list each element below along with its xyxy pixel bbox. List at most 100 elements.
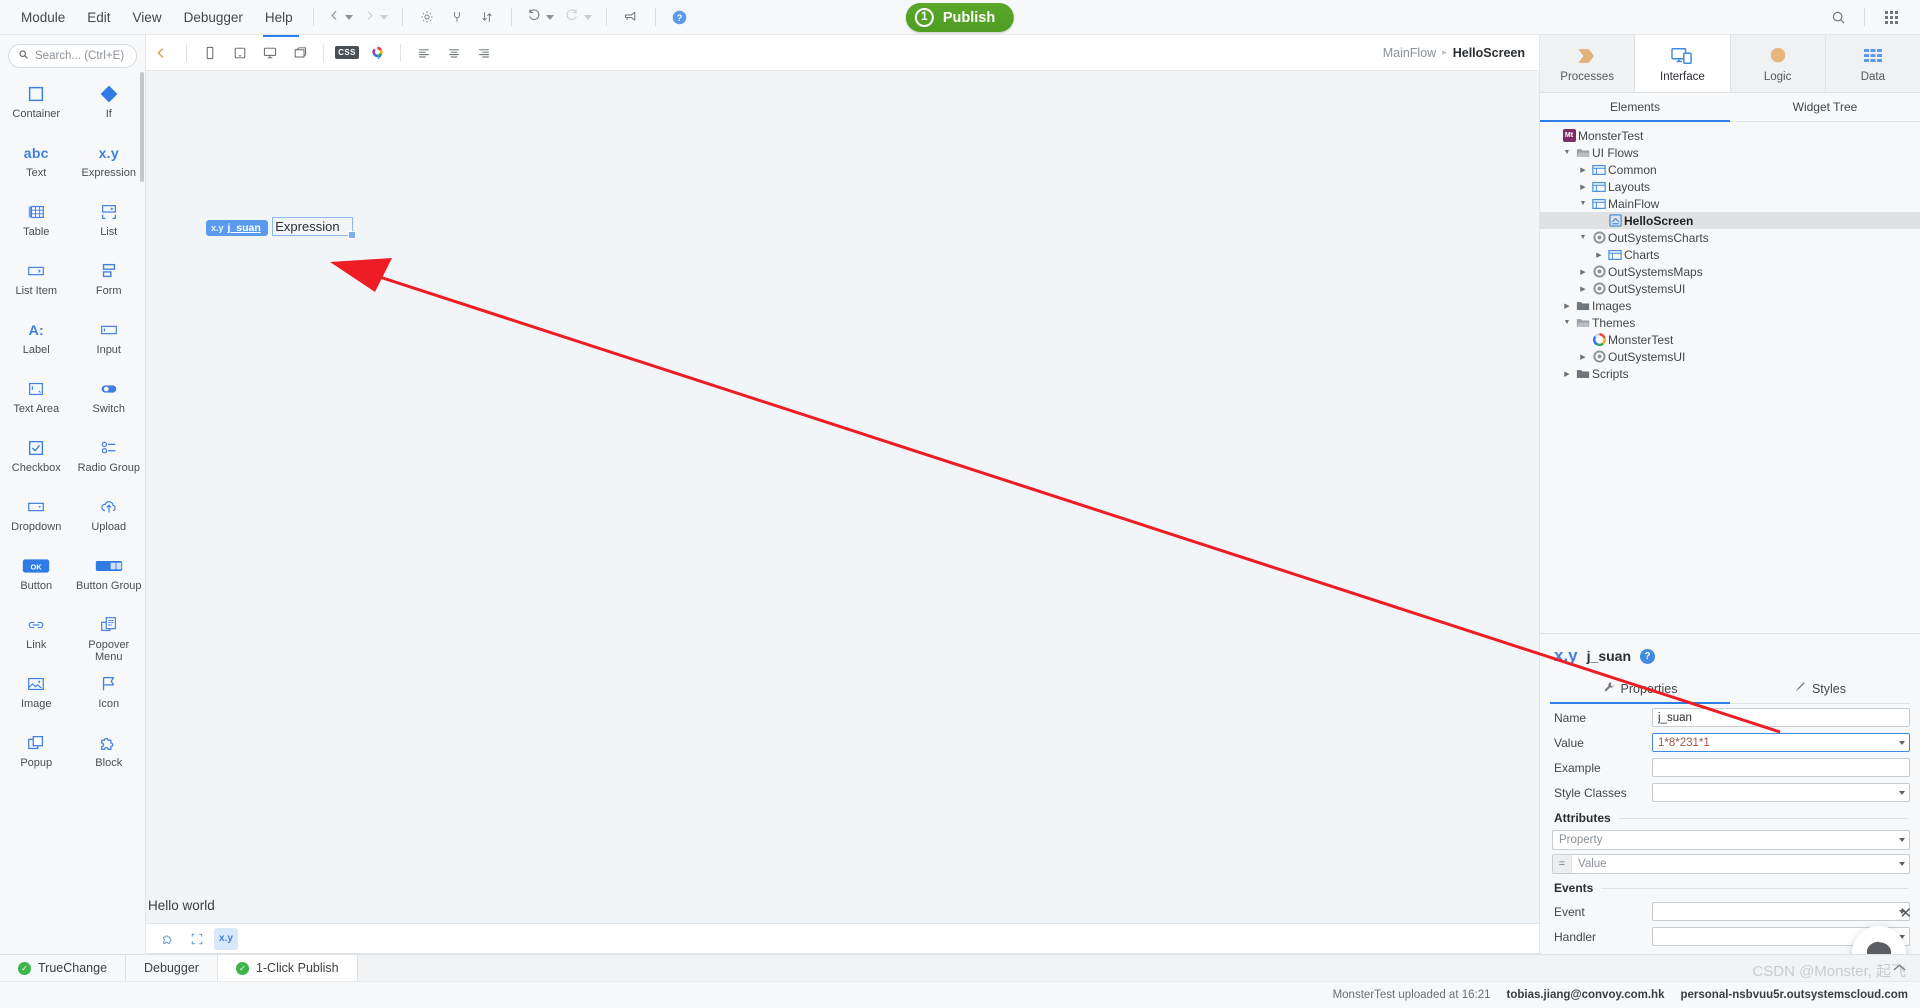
expand-panel-button[interactable] xyxy=(1879,955,1920,981)
megaphone-icon[interactable] xyxy=(618,4,644,30)
search-input[interactable] xyxy=(35,50,127,62)
palette-item-text[interactable]: abc Text xyxy=(0,135,73,194)
menu-debugger[interactable]: Debugger xyxy=(173,7,254,28)
chevron-down-icon[interactable]: ▼ xyxy=(1576,200,1590,207)
tree-node-theme-monstertest[interactable]: MonsterTest xyxy=(1540,331,1920,348)
chevron-right-icon[interactable]: ▶ xyxy=(1576,183,1590,191)
palette-scrollbar[interactable] xyxy=(140,72,144,182)
undo-button[interactable] xyxy=(521,5,559,29)
help-icon[interactable]: ? xyxy=(667,4,693,30)
plug-icon[interactable] xyxy=(444,4,470,30)
tab-styles[interactable]: Styles xyxy=(1730,675,1910,703)
elements-tree[interactable]: Mt MonsterTest ▼ UI Flows ▶ Common ▶ Lay xyxy=(1540,122,1920,633)
bottom-tab-1click-publish[interactable]: ✓ 1-Click Publish xyxy=(217,955,358,981)
chevron-right-icon[interactable]: ▶ xyxy=(1576,166,1590,174)
chevron-right-icon[interactable]: ▶ xyxy=(1576,285,1590,293)
tree-node-scripts[interactable]: ▶ Scripts xyxy=(1540,365,1920,382)
palette-item-popup[interactable]: Popup xyxy=(0,725,73,784)
palette-item-popover-menu[interactable]: Popover Menu xyxy=(73,607,146,666)
chevron-down-icon[interactable] xyxy=(1899,838,1905,842)
publish-button[interactable]: 1 Publish xyxy=(905,3,1015,32)
tree-node-charts[interactable]: ▶ Charts xyxy=(1540,246,1920,263)
palette-item-button[interactable]: OK Button xyxy=(0,548,73,607)
palette-item-label[interactable]: A: Label xyxy=(0,312,73,371)
align-left-icon[interactable] xyxy=(411,40,437,66)
tree-node-outsystemsmaps[interactable]: ▶ OutSystemsMaps xyxy=(1540,263,1920,280)
tree-node-common[interactable]: ▶ Common xyxy=(1540,161,1920,178)
expression-widget[interactable]: x.y j_suan Expression xyxy=(206,216,356,239)
attribute-property-input[interactable]: Property xyxy=(1552,830,1910,850)
tab-logic[interactable]: Logic xyxy=(1730,35,1826,92)
tab-processes[interactable]: Processes xyxy=(1540,35,1636,92)
expression-icon[interactable]: x.y xyxy=(214,927,238,950)
resize-handle[interactable] xyxy=(347,231,356,239)
style-classes-input[interactable] xyxy=(1652,783,1910,802)
tree-node-outsystemsui[interactable]: ▶ OutSystemsUI xyxy=(1540,280,1920,297)
phone-icon[interactable] xyxy=(197,40,223,66)
palette-item-input[interactable]: Input xyxy=(73,312,146,371)
chevron-down-icon[interactable]: ▼ xyxy=(1576,234,1590,241)
widget-body[interactable]: Expression xyxy=(272,217,356,239)
align-right-icon[interactable] xyxy=(471,40,497,66)
collapse-panel-button[interactable] xyxy=(150,46,172,60)
chevron-right-icon[interactable]: ▶ xyxy=(1560,370,1574,378)
chevron-down-icon[interactable] xyxy=(1899,740,1905,745)
block-icon[interactable] xyxy=(156,928,180,950)
palette-item-link[interactable]: Link xyxy=(0,607,73,666)
align-center-icon[interactable] xyxy=(441,40,467,66)
name-input[interactable]: j_suan xyxy=(1652,708,1910,727)
event-input[interactable] xyxy=(1652,902,1910,921)
palette-icon[interactable] xyxy=(364,40,390,66)
tree-node-layouts[interactable]: ▶ Layouts xyxy=(1540,178,1920,195)
chevron-down-icon[interactable] xyxy=(1899,862,1905,866)
native-icon[interactable] xyxy=(287,40,313,66)
nav-back-button[interactable] xyxy=(323,7,358,28)
search-icon[interactable] xyxy=(1825,4,1851,30)
subtab-elements[interactable]: Elements xyxy=(1540,93,1730,122)
palette-item-list[interactable]: List xyxy=(73,194,146,253)
palette-item-if[interactable]: If xyxy=(73,76,146,135)
palette-item-table[interactable]: Table xyxy=(0,194,73,253)
breadcrumb-parent[interactable]: MainFlow xyxy=(1383,46,1437,60)
chevron-right-icon[interactable]: ▶ xyxy=(1560,302,1574,310)
palette-item-checkbox[interactable]: Checkbox xyxy=(0,430,73,489)
menu-help[interactable]: Help xyxy=(254,7,304,28)
tab-properties[interactable]: Properties xyxy=(1550,675,1730,704)
nav-forward-button[interactable] xyxy=(358,7,393,28)
chevron-down-icon[interactable]: ▼ xyxy=(1560,319,1574,326)
tab-interface[interactable]: Interface xyxy=(1635,35,1731,92)
palette-item-button-group[interactable]: Button Group xyxy=(73,548,146,607)
menu-module[interactable]: Module xyxy=(10,7,76,28)
tree-node-theme-outsystemsui[interactable]: ▶ OutSystemsUI xyxy=(1540,348,1920,365)
chevron-right-icon[interactable]: ▶ xyxy=(1576,268,1590,276)
tree-node-outsystemscharts[interactable]: ▼ OutSystemsCharts xyxy=(1540,229,1920,246)
tree-node-helloscreen[interactable]: HelloScreen xyxy=(1540,212,1920,229)
gear-icon[interactable] xyxy=(414,4,440,30)
desktop-icon[interactable] xyxy=(257,40,283,66)
chevron-down-icon[interactable] xyxy=(1899,790,1905,795)
tree-node-mainflow[interactable]: ▼ MainFlow xyxy=(1540,195,1920,212)
palette-item-upload[interactable]: Upload xyxy=(73,489,146,548)
palette-item-icon[interactable]: Icon xyxy=(73,666,146,725)
palette-item-form[interactable]: Form xyxy=(73,253,146,312)
screen-canvas[interactable]: x.y j_suan Expression Hello world xyxy=(146,71,1539,924)
bottom-tab-debugger[interactable]: Debugger xyxy=(126,955,218,981)
css-chip-icon[interactable]: CSS xyxy=(334,40,360,66)
palette-item-image[interactable]: Image xyxy=(0,666,73,725)
example-input[interactable] xyxy=(1652,758,1910,777)
menu-edit[interactable]: Edit xyxy=(76,7,121,28)
palette-item-switch[interactable]: Switch xyxy=(73,371,146,430)
tree-node-themes[interactable]: ▼ Themes xyxy=(1540,314,1920,331)
tab-data[interactable]: Data xyxy=(1825,35,1920,92)
menu-view[interactable]: View xyxy=(122,7,173,28)
redo-button[interactable] xyxy=(559,5,597,29)
help-icon[interactable]: ? xyxy=(1640,648,1655,664)
palette-item-radio-group[interactable]: Radio Group xyxy=(73,430,146,489)
palette-item-dropdown[interactable]: Dropdown xyxy=(0,489,73,548)
tree-node-ui-flows[interactable]: ▼ UI Flows xyxy=(1540,144,1920,161)
tree-node-images[interactable]: ▶ Images xyxy=(1540,297,1920,314)
palette-item-list-item[interactable]: List Item xyxy=(0,253,73,312)
chevron-right-icon[interactable]: ▶ xyxy=(1576,353,1590,361)
close-icon[interactable]: ✕ xyxy=(1899,904,1912,922)
palette-item-text-area[interactable]: Text Area xyxy=(0,371,73,430)
